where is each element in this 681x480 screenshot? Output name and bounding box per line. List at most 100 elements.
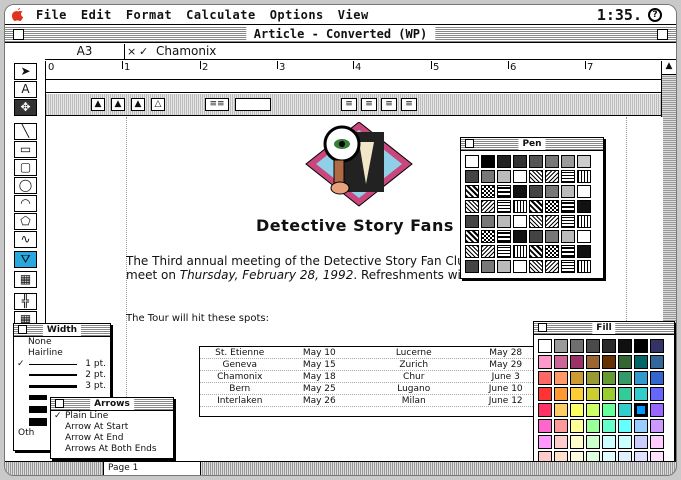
width-menu-title-bar[interactable]: Width [14, 324, 110, 337]
pen-pattern-swatch[interactable] [465, 155, 479, 168]
pen-pattern-swatch[interactable] [545, 155, 559, 168]
fill-color-swatch[interactable] [538, 419, 552, 433]
pen-pattern-swatch[interactable] [481, 200, 495, 213]
pen-pattern-swatch[interactable] [561, 215, 575, 228]
fill-palette[interactable]: Fill [533, 321, 675, 471]
fill-color-swatch[interactable] [618, 387, 632, 401]
pen-pattern-swatch[interactable] [529, 200, 543, 213]
fill-color-swatch[interactable] [634, 387, 648, 401]
pen-pattern-swatch[interactable] [497, 245, 511, 258]
pen-pattern-swatch[interactable] [529, 170, 543, 183]
tab-decimal-icon[interactable]: △ [151, 98, 165, 111]
pen-pattern-swatch[interactable] [481, 155, 495, 168]
pen-pattern-swatch[interactable] [577, 155, 591, 168]
menu-calculate[interactable]: Calculate [179, 8, 263, 22]
pen-pattern-swatch[interactable] [465, 215, 479, 228]
fill-color-swatch[interactable] [618, 371, 632, 385]
pen-pattern-swatch[interactable] [577, 215, 591, 228]
fill-color-swatch[interactable] [554, 355, 568, 369]
freehand-tool-icon[interactable]: ∿ [14, 231, 37, 248]
pen-color-icon[interactable]: ╬ [14, 293, 37, 310]
pen-pattern-swatch[interactable] [577, 200, 591, 213]
pen-palette-title-bar[interactable]: Pen [461, 138, 603, 151]
pen-pattern-swatch[interactable] [481, 245, 495, 258]
fill-color-swatch[interactable] [618, 403, 632, 417]
fill-color-swatch[interactable] [602, 339, 616, 353]
align-justify-icon[interactable]: ≡ [401, 98, 417, 111]
window-title-bar[interactable]: Article - Converted (WP) [5, 26, 676, 43]
fill-color-swatch[interactable] [650, 339, 664, 353]
pen-pattern-swatch[interactable] [529, 185, 543, 198]
pen-pattern-swatch[interactable] [529, 230, 543, 243]
menu-file[interactable]: File [29, 8, 74, 22]
fill-color-swatch[interactable] [586, 419, 600, 433]
pointer-tool-icon[interactable]: ➤ [14, 63, 37, 80]
fill-color-swatch[interactable] [634, 339, 648, 353]
fill-pattern-icon[interactable]: ▦ [14, 271, 37, 288]
pen-pattern-swatch[interactable] [481, 170, 495, 183]
fill-color-swatch[interactable] [618, 419, 632, 433]
tab-left-icon[interactable]: ▲ [91, 98, 105, 111]
fill-color-swatch[interactable] [570, 387, 584, 401]
fill-color-swatch[interactable] [650, 435, 664, 449]
fill-color-swatch[interactable] [586, 403, 600, 417]
fill-color-swatch[interactable] [602, 419, 616, 433]
pen-pattern-swatch[interactable] [481, 230, 495, 243]
apple-menu-icon[interactable] [5, 5, 29, 25]
fill-color-swatch[interactable] [650, 371, 664, 385]
menu-format[interactable]: Format [119, 8, 179, 22]
fill-color-icon[interactable]: ⛛ [14, 251, 37, 268]
width-hairline-item[interactable]: Hairline [14, 348, 110, 359]
fill-color-swatch[interactable] [650, 419, 664, 433]
pen-pattern-swatch[interactable] [561, 200, 575, 213]
width-none-item[interactable]: None [14, 337, 110, 348]
pen-pattern-swatch[interactable] [545, 215, 559, 228]
align-left-icon[interactable]: ≡ [341, 98, 357, 111]
align-center-icon[interactable]: ≡ [361, 98, 377, 111]
fill-color-swatch[interactable] [586, 355, 600, 369]
cell-reference[interactable]: A3 [45, 44, 125, 59]
entry-cancel-button[interactable]: × [127, 45, 136, 58]
text-tool-icon[interactable]: A [14, 81, 37, 98]
pen-pattern-swatch[interactable] [497, 230, 511, 243]
pen-pattern-swatch[interactable] [529, 260, 543, 273]
pen-pattern-swatch[interactable] [545, 185, 559, 198]
fill-color-swatch[interactable] [586, 371, 600, 385]
fill-color-swatch[interactable] [554, 339, 568, 353]
fill-color-swatch[interactable] [618, 339, 632, 353]
pen-pattern-grid[interactable] [465, 155, 591, 273]
fill-color-swatch[interactable] [538, 435, 552, 449]
fill-color-swatch[interactable] [538, 355, 552, 369]
fill-color-swatch[interactable] [602, 371, 616, 385]
pen-pattern-swatch[interactable] [513, 230, 527, 243]
width-1pt-item[interactable]: ✓ 1 pt. [14, 359, 110, 370]
pen-pattern-swatch[interactable] [513, 170, 527, 183]
fill-color-swatch[interactable] [538, 371, 552, 385]
pen-pattern-swatch[interactable] [513, 155, 527, 168]
fill-color-swatch[interactable] [586, 435, 600, 449]
fill-color-swatch[interactable] [602, 355, 616, 369]
fill-color-swatch[interactable] [602, 435, 616, 449]
entry-value-field[interactable]: Chamonix [156, 44, 216, 59]
fill-color-swatch[interactable] [538, 387, 552, 401]
fill-color-swatch[interactable] [634, 371, 648, 385]
pen-pattern-swatch[interactable] [465, 185, 479, 198]
fill-color-grid[interactable] [538, 339, 664, 465]
fill-color-swatch[interactable] [586, 387, 600, 401]
rectangle-tool-icon[interactable]: ▭ [14, 141, 37, 158]
fill-color-swatch[interactable] [634, 435, 648, 449]
horizontal-scrollbar[interactable]: Page 1 [5, 461, 676, 475]
fill-color-swatch[interactable] [586, 339, 600, 353]
line-tool-icon[interactable]: ╲ [14, 123, 37, 140]
pen-pattern-swatch[interactable] [577, 230, 591, 243]
rounded-rect-tool-icon[interactable]: ▢ [14, 159, 37, 176]
fill-color-swatch[interactable] [650, 355, 664, 369]
fill-color-swatch[interactable] [554, 419, 568, 433]
fill-color-swatch[interactable] [618, 435, 632, 449]
entry-accept-button[interactable]: ✓ [139, 45, 148, 58]
width-menu-close-box[interactable] [18, 325, 27, 334]
pen-pattern-swatch[interactable] [497, 260, 511, 273]
arrows-at-end-item[interactable]: Arrow At End [51, 433, 173, 444]
pen-pattern-swatch[interactable] [465, 230, 479, 243]
pen-pattern-swatch[interactable] [529, 155, 543, 168]
